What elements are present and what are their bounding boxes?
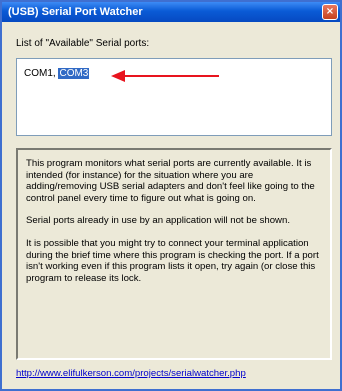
close-button[interactable]: ×: [322, 4, 338, 20]
project-url-link[interactable]: http://www.elifulkerson.com/projects/ser…: [16, 368, 246, 379]
title-bar[interactable]: (USB) Serial Port Watcher ×: [2, 2, 340, 22]
ports-list[interactable]: COM1, COM3: [24, 68, 90, 79]
close-icon: ×: [325, 6, 335, 17]
port-item[interactable]: COM1: [24, 68, 53, 79]
port-item-selected[interactable]: COM3: [58, 68, 90, 79]
serial-port-watcher-window: (USB) Serial Port Watcher × List of "Ava…: [0, 0, 342, 391]
description-paragraph: It is possible that you might try to con…: [26, 237, 319, 284]
description-panel: This program monitors what serial ports …: [16, 148, 332, 360]
ports-list-label: List of "Available" Serial ports:: [16, 38, 150, 49]
window-title: (USB) Serial Port Watcher: [8, 6, 143, 18]
red-arrow-annotation: [111, 70, 219, 82]
ports-text-field[interactable]: COM1, COM3: [16, 58, 332, 136]
description-paragraph: Serial ports already in use by an applic…: [26, 215, 290, 227]
description-paragraph: This program monitors what serial ports …: [26, 158, 315, 204]
